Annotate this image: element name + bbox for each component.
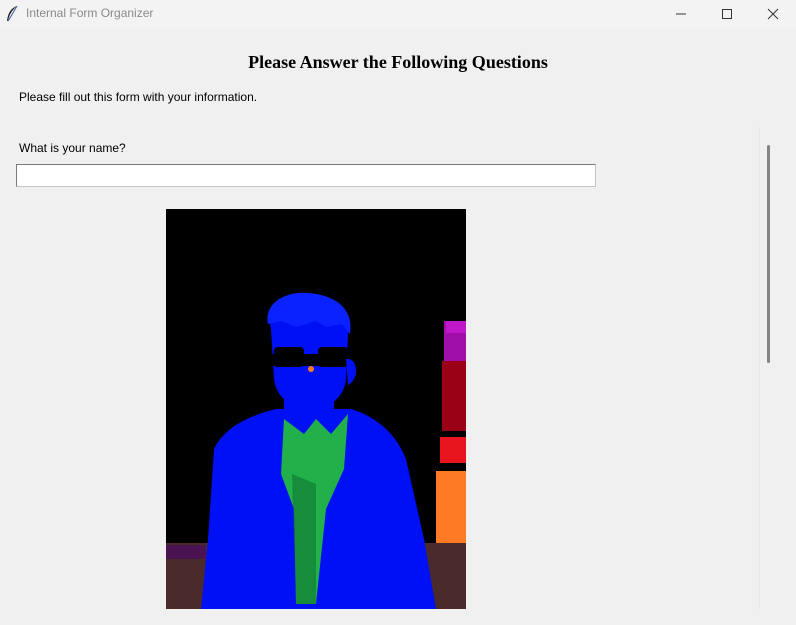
profile-photo: [166, 209, 466, 609]
minimize-button[interactable]: [658, 0, 704, 28]
vertical-scrollbar[interactable]: [759, 127, 776, 609]
scrollbar-thumb[interactable]: [767, 145, 770, 363]
close-button[interactable]: [750, 0, 796, 28]
maximize-icon: [722, 9, 732, 19]
window-title: Internal Form Organizer: [26, 6, 154, 20]
app-window: Internal Form Organizer Please Answer th…: [0, 0, 796, 625]
feather-icon: [7, 5, 18, 22]
form-heading: Please Answer the Following Questions: [248, 52, 548, 72]
form-intro: Please fill out this form with your info…: [19, 90, 258, 104]
close-icon: [767, 8, 779, 20]
minimize-icon: [676, 13, 686, 15]
name-question-label: What is your name?: [19, 141, 126, 155]
name-input[interactable]: [16, 164, 596, 187]
title-bar[interactable]: Internal Form Organizer: [0, 0, 796, 28]
maximize-button[interactable]: [704, 0, 750, 28]
